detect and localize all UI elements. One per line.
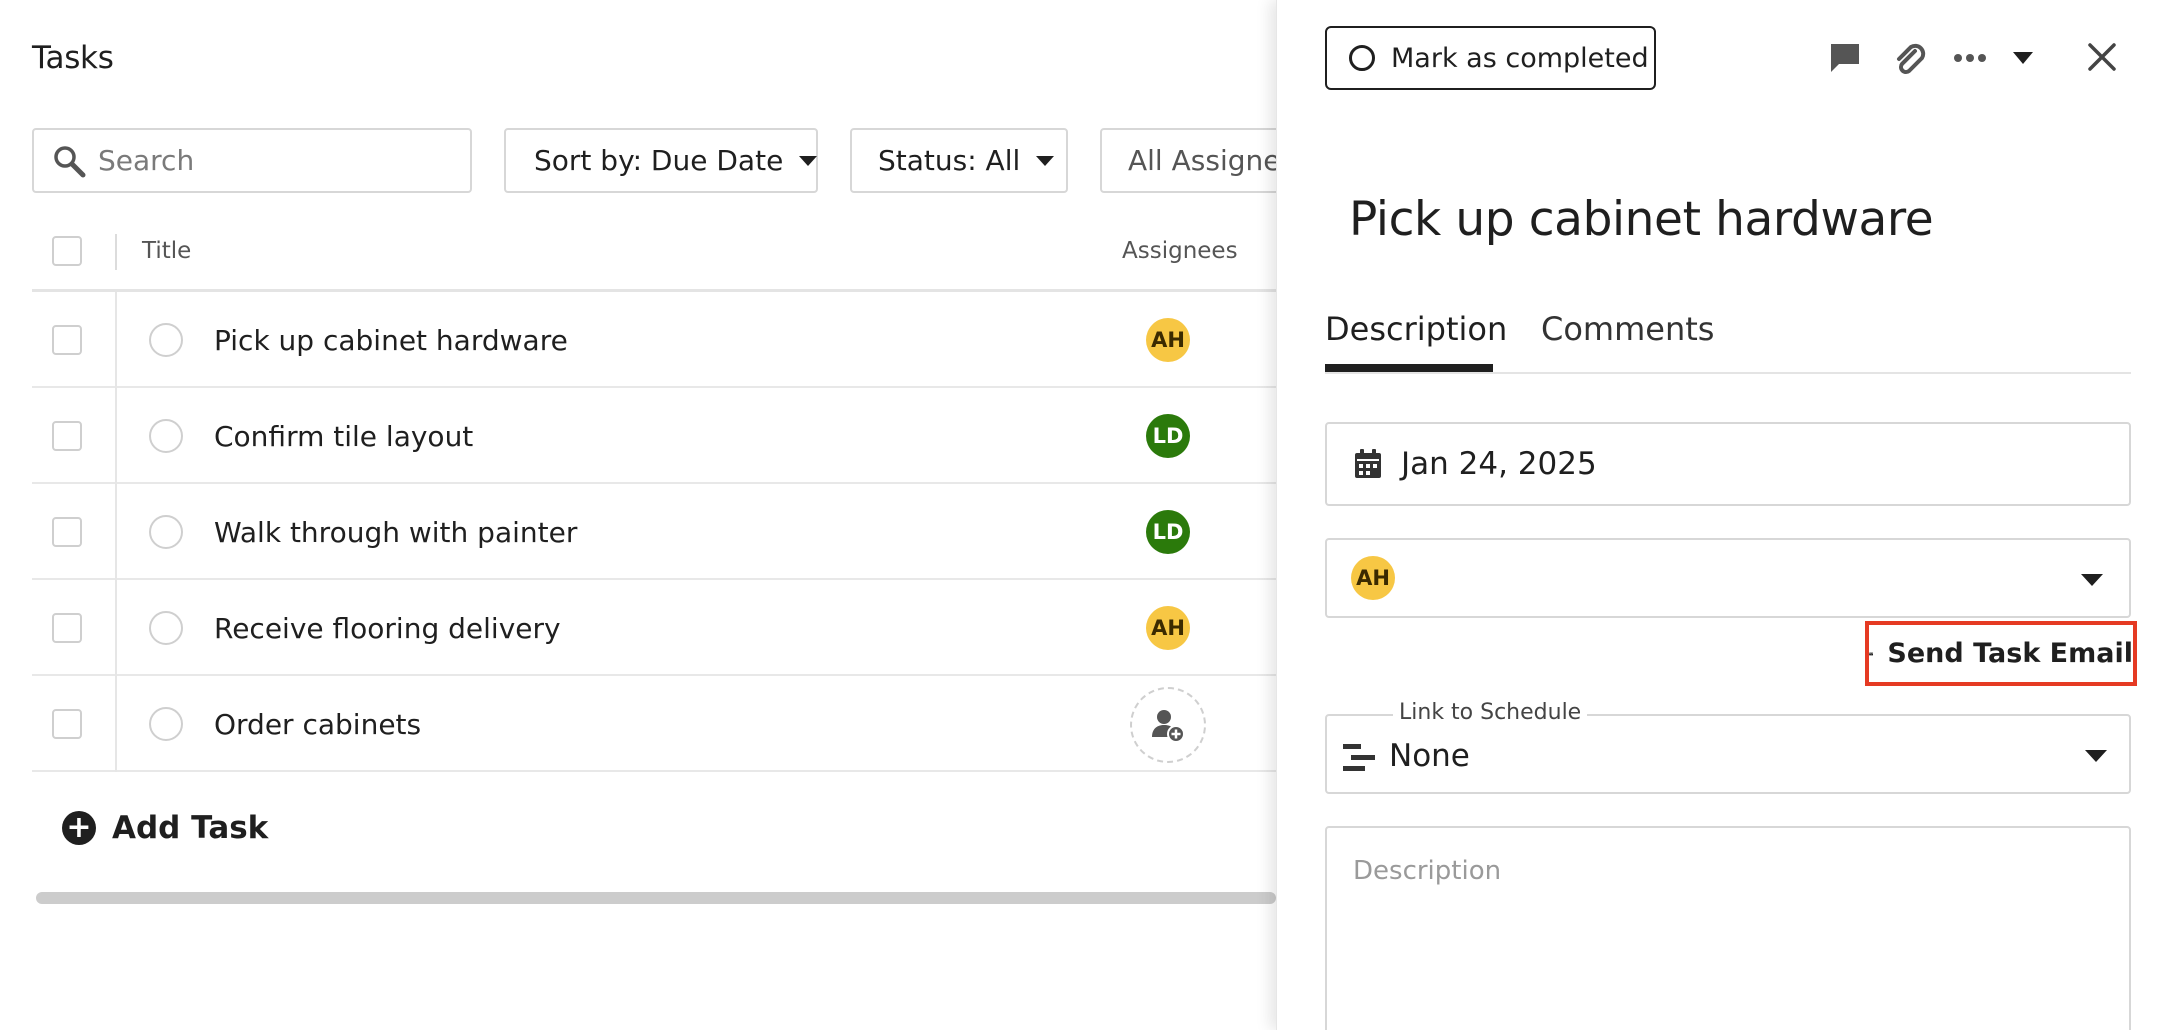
- complete-toggle[interactable]: [149, 419, 183, 453]
- link-to-schedule-select[interactable]: Link to Schedule None: [1325, 700, 2131, 794]
- task-title[interactable]: Receive flooring delivery: [214, 612, 561, 645]
- assignee-select[interactable]: AH: [1325, 538, 2131, 618]
- row-checkbox[interactable]: [52, 613, 82, 643]
- column-divider: [115, 388, 117, 484]
- task-title[interactable]: Pick up cabinet hardware: [214, 324, 568, 357]
- complete-toggle[interactable]: [149, 515, 183, 549]
- paperclip-icon[interactable]: [1889, 38, 1929, 78]
- column-divider: [115, 234, 117, 270]
- avatar[interactable]: LD: [1146, 414, 1190, 458]
- column-header-assignees[interactable]: Assignees: [1122, 238, 1238, 264]
- row-checkbox[interactable]: [52, 325, 82, 355]
- column-divider: [115, 676, 117, 772]
- send-task-email-button[interactable]: Send Task Email: [1865, 621, 2137, 686]
- task-list-area: Tasks Sort by: Due Date Status: All All …: [0, 0, 1276, 1030]
- table-row[interactable]: Walk through with painter LD: [32, 484, 1276, 580]
- avatar[interactable]: AH: [1146, 318, 1190, 362]
- chat-icon[interactable]: [1827, 40, 1863, 76]
- mark-completed-button[interactable]: Mark as completed: [1325, 26, 1656, 90]
- avatar: AH: [1351, 556, 1395, 600]
- complete-toggle[interactable]: [149, 323, 183, 357]
- page: Tasks Sort by: Due Date Status: All All …: [0, 0, 2182, 1030]
- complete-toggle[interactable]: [149, 707, 183, 741]
- caret-down-icon: [1036, 155, 1055, 166]
- description-input[interactable]: [1353, 856, 2103, 1026]
- search-icon: [54, 145, 86, 177]
- assignees-label: All Assignees: [1128, 144, 1276, 177]
- column-divider: [115, 292, 117, 388]
- table-row[interactable]: Pick up cabinet hardware AH: [32, 292, 1276, 388]
- task-detail-title[interactable]: Pick up cabinet hardware: [1349, 192, 1934, 247]
- caret-down-icon: [2081, 574, 2103, 586]
- link-to-schedule-label: Link to Schedule: [1393, 700, 1588, 725]
- plus-circle-icon: +: [62, 811, 96, 845]
- avatar[interactable]: AH: [1146, 606, 1190, 650]
- task-title[interactable]: Order cabinets: [214, 708, 421, 741]
- add-task-label: Add Task: [112, 810, 269, 846]
- task-title[interactable]: Walk through with painter: [214, 516, 577, 549]
- search-box[interactable]: [32, 128, 472, 193]
- close-icon[interactable]: [2085, 40, 2119, 74]
- active-tab-indicator: [1325, 364, 1493, 372]
- calendar-icon: [1355, 449, 1381, 478]
- column-header-title[interactable]: Title: [142, 238, 191, 264]
- tab-description[interactable]: Description: [1325, 310, 1507, 348]
- search-input[interactable]: [98, 144, 438, 177]
- complete-toggle[interactable]: [149, 611, 183, 645]
- envelope-icon: [1869, 652, 1874, 655]
- add-assignee-button[interactable]: [1130, 687, 1206, 763]
- more-icon[interactable]: [1953, 52, 1987, 64]
- add-task-button[interactable]: + Add Task: [62, 810, 268, 846]
- assignees-dropdown[interactable]: All Assignees: [1100, 128, 1276, 193]
- table-header: Title Assignees: [32, 216, 1276, 292]
- sort-label: Sort by: Due Date: [534, 144, 784, 177]
- task-detail-panel: Mark as completed Pick up cabinet hardwa…: [1276, 0, 2182, 1030]
- caret-down-icon[interactable]: [2011, 50, 2035, 66]
- description-box[interactable]: [1325, 826, 2131, 1030]
- sort-dropdown[interactable]: Sort by: Due Date: [504, 128, 818, 193]
- row-checkbox[interactable]: [52, 517, 82, 547]
- row-checkbox[interactable]: [52, 709, 82, 739]
- detail-tabs: Description Comments: [1325, 300, 2131, 374]
- table-row[interactable]: Order cabinets: [32, 676, 1276, 772]
- add-user-icon: [1152, 710, 1185, 743]
- send-task-email-label: Send Task Email: [1887, 638, 2133, 669]
- link-to-schedule-value: None: [1389, 738, 1470, 774]
- select-all-checkbox[interactable]: [52, 236, 82, 266]
- mark-completed-label: Mark as completed: [1391, 42, 1649, 74]
- table-row[interactable]: Receive flooring delivery AH: [32, 580, 1276, 676]
- tab-comments[interactable]: Comments: [1541, 310, 1714, 348]
- status-dropdown[interactable]: Status: All: [850, 128, 1068, 193]
- circle-icon: [1349, 45, 1375, 71]
- row-checkbox[interactable]: [52, 421, 82, 451]
- horizontal-scrollbar[interactable]: [36, 892, 1276, 904]
- caret-down-icon: [2085, 750, 2107, 762]
- caret-down-icon: [799, 155, 818, 166]
- column-divider: [115, 580, 117, 676]
- task-title[interactable]: Confirm tile layout: [214, 420, 473, 453]
- schedule-bars-icon: [1343, 744, 1375, 771]
- task-table: Title Assignees Pick up cabinet hardware…: [32, 216, 1276, 772]
- avatar[interactable]: LD: [1146, 510, 1190, 554]
- table-row[interactable]: Confirm tile layout LD: [32, 388, 1276, 484]
- status-label: Status: All: [878, 144, 1021, 177]
- page-title: Tasks: [32, 40, 114, 76]
- due-date-value: Jan 24, 2025: [1401, 446, 1597, 482]
- due-date-field[interactable]: Jan 24, 2025: [1325, 422, 2131, 506]
- column-divider: [115, 484, 117, 580]
